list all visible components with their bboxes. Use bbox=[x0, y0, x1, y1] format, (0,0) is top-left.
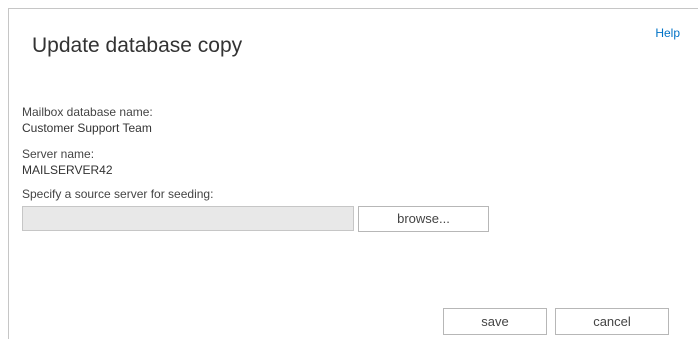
mailbox-database-name-value: Customer Support Team bbox=[22, 121, 152, 135]
source-server-input[interactable] bbox=[22, 206, 354, 231]
dialog-title: Update database copy bbox=[32, 34, 243, 57]
cancel-button[interactable]: cancel bbox=[555, 308, 669, 335]
help-link[interactable]: Help bbox=[655, 26, 680, 40]
server-name-value: MAILSERVER42 bbox=[22, 163, 113, 177]
server-name-label: Server name: bbox=[22, 147, 95, 161]
browse-button[interactable]: browse... bbox=[358, 206, 489, 232]
mailbox-database-name-label: Mailbox database name: bbox=[22, 105, 153, 119]
source-server-label: Specify a source server for seeding: bbox=[22, 187, 214, 201]
save-button[interactable]: save bbox=[443, 308, 547, 335]
